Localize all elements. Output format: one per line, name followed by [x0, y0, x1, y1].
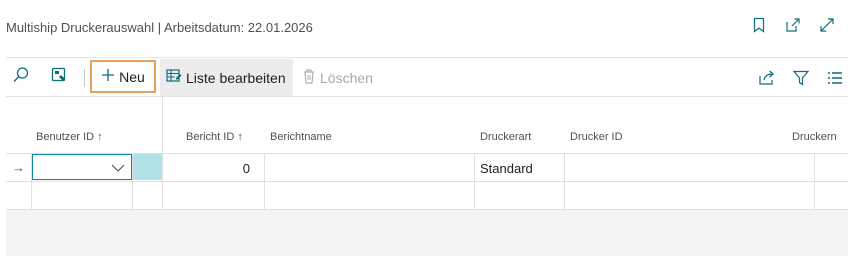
printer-type-cell[interactable]: Standard: [480, 161, 533, 176]
search-button[interactable]: [12, 58, 30, 97]
open-new-window-icon[interactable]: [784, 16, 802, 34]
grid-line: [814, 153, 815, 209]
grid-line: [474, 153, 475, 209]
selected-cell-indicator: [133, 154, 162, 180]
filter-icon[interactable]: [792, 69, 810, 92]
toolbar-divider: [84, 69, 85, 87]
column-header-printer-type[interactable]: Druckerart: [480, 131, 531, 143]
bookmark-icon[interactable]: [750, 16, 768, 34]
plus-icon: [101, 68, 115, 85]
grid-empty-area: [6, 209, 848, 256]
edit-list-icon: [166, 68, 182, 87]
page-edit-icon: [50, 66, 68, 89]
column-header-report-id[interactable]: Bericht ID ↑: [186, 131, 243, 143]
report-id-cell[interactable]: 0: [243, 161, 250, 176]
grid-line: [564, 153, 565, 209]
grid-line: [162, 97, 163, 209]
column-header-printer-id[interactable]: Drucker ID: [570, 131, 623, 143]
chevron-down-icon: [111, 161, 125, 179]
edit-in-page-button[interactable]: [50, 58, 68, 97]
search-icon: [12, 66, 30, 89]
grid-line: [6, 209, 848, 210]
user-id-dropdown[interactable]: [32, 154, 132, 180]
trash-icon: [302, 68, 316, 87]
grid-line: [264, 153, 265, 209]
data-grid: Benutzer ID ↑ Bericht ID ↑ Berichtname D…: [6, 97, 848, 256]
header-actions: [750, 16, 836, 34]
delete-button[interactable]: Löschen: [302, 59, 373, 96]
edit-list-label: Liste bearbeiten: [186, 69, 286, 86]
list-tools: [758, 69, 844, 92]
column-header-report-name[interactable]: Berichtname: [270, 131, 332, 143]
page-title: Multiship Druckerauswahl | Arbeitsdatum:…: [6, 20, 313, 35]
edit-list-button[interactable]: Liste bearbeiten: [160, 59, 293, 96]
expand-icon[interactable]: [818, 16, 836, 34]
new-button-label: Neu: [119, 68, 145, 85]
share-icon[interactable]: [758, 69, 776, 92]
current-row-arrow-icon: →: [12, 160, 25, 175]
list-view-icon[interactable]: [826, 69, 844, 92]
column-header-user-id[interactable]: Benutzer ID ↑: [36, 131, 103, 143]
new-button[interactable]: Neu: [90, 60, 156, 93]
column-header-printer-name[interactable]: Druckern: [792, 131, 837, 143]
action-bar: Neu Liste bearbeiten Löschen: [6, 57, 848, 97]
page-header: Multiship Druckerauswahl | Arbeitsdatum:…: [0, 0, 848, 56]
delete-label: Löschen: [320, 69, 373, 86]
